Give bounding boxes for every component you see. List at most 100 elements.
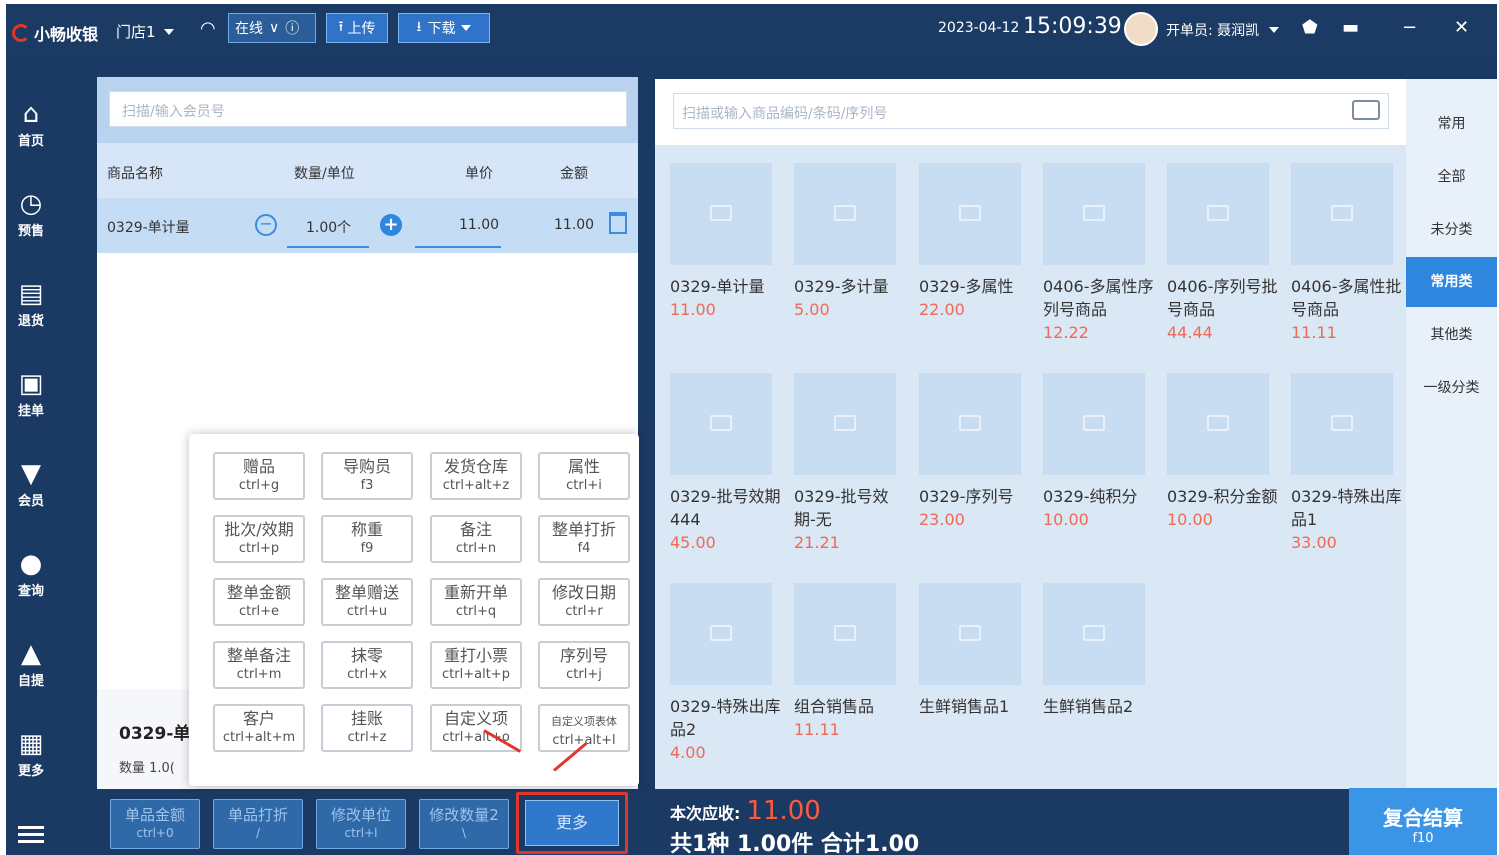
grid-icon: ▦ xyxy=(18,729,44,759)
item-unit-price[interactable]: 11.00 xyxy=(459,217,499,233)
image-placeholder-icon xyxy=(834,625,856,641)
nav-item-member[interactable]: ▼ 会员 xyxy=(6,460,56,509)
popup-action-button[interactable]: 整单赠送 ctrl+u xyxy=(321,578,413,626)
popup-action-button[interactable]: 属性 ctrl+i xyxy=(538,452,630,500)
product-price: 45.00 xyxy=(670,533,716,552)
item-discount-button[interactable]: 单品打折 / xyxy=(213,799,303,849)
nav-item-pickup[interactable]: ▲ 自提 xyxy=(6,640,56,689)
category-item[interactable]: 常用类 xyxy=(1406,257,1497,307)
product-name: 0329-多属性 xyxy=(919,277,1014,296)
operator-selector[interactable]: 开单员: 聂润凯 xyxy=(1166,20,1280,40)
change-unit-button[interactable]: 修改单位 ctrl+l xyxy=(316,799,406,849)
action-label: 整单备注 xyxy=(226,646,291,665)
product-image xyxy=(1043,163,1145,265)
item-amount-button[interactable]: 单品金额 ctrl+0 xyxy=(110,799,200,849)
product-card[interactable]: 0329-序列号 23.00 xyxy=(919,373,1035,532)
cart-row[interactable]: 0329-单计量 − 1.00个 + 11.00 11.00 xyxy=(97,198,638,253)
popup-action-button[interactable]: 备注 ctrl+n xyxy=(430,515,522,563)
category-item[interactable]: 全部 xyxy=(1406,152,1497,202)
search-placeholder: 扫描或输入商品编码/条码/序列号 xyxy=(682,106,888,122)
product-name: 0329-序列号 xyxy=(919,487,1014,506)
nav-item-more[interactable]: ▦ 更多 xyxy=(6,730,56,779)
close-icon[interactable]: ✕ xyxy=(1454,17,1469,38)
product-card[interactable]: 组合销售品 11.11 xyxy=(794,583,910,742)
plus-icon[interactable]: + xyxy=(380,214,402,236)
product-card[interactable]: 0406-多属性序列号商品 12.22 xyxy=(1043,163,1159,345)
popup-action-button[interactable]: 赠品 ctrl+g xyxy=(213,452,305,500)
popup-action-button[interactable]: 客户 ctrl+alt+m xyxy=(213,704,305,752)
popup-action-button[interactable]: 修改日期 ctrl+r xyxy=(538,578,630,626)
item-qty[interactable]: 1.00个 xyxy=(306,217,351,237)
store-selector[interactable]: 门店1 xyxy=(116,21,174,42)
product-card[interactable]: 生鲜销售品2 xyxy=(1043,583,1159,718)
category-item[interactable]: 其他类 xyxy=(1406,310,1497,360)
nav-item-hold[interactable]: ▣ 挂单 xyxy=(6,370,56,419)
category-item[interactable]: 一级分类 xyxy=(1406,363,1497,413)
app-name: 小畅收银 xyxy=(34,25,99,44)
online-status-dropdown[interactable]: 在线 ∨ ⓘ xyxy=(228,13,316,43)
change-quantity-button[interactable]: 修改数量2 \ xyxy=(419,799,509,849)
hold-icon: ▣ xyxy=(18,369,44,399)
image-placeholder-icon xyxy=(959,205,981,221)
menu-icon[interactable] xyxy=(18,822,44,847)
popup-action-button[interactable]: 发货仓库 ctrl+alt+z xyxy=(430,452,522,500)
member-input[interactable]: 扫描/输入会员号 xyxy=(109,91,627,127)
product-card[interactable]: 0329-积分金额 10.00 xyxy=(1167,373,1283,532)
popup-action-button[interactable]: 整单金额 ctrl+e xyxy=(213,578,305,626)
product-name: 0329-特殊出库品1 xyxy=(1291,487,1402,529)
popup-action-button[interactable]: 整单打折 f4 xyxy=(538,515,630,563)
product-card[interactable]: 0406-序列号批号商品 44.44 xyxy=(1167,163,1283,345)
image-placeholder-icon xyxy=(959,625,981,641)
action-label: 序列号 xyxy=(559,646,608,665)
popup-action-button[interactable]: 抹零 ctrl+x xyxy=(321,641,413,689)
product-search-input[interactable]: 扫描或输入商品编码/条码/序列号 xyxy=(673,93,1389,129)
category-item[interactable]: 常用 xyxy=(1406,99,1497,149)
image-placeholder-icon xyxy=(1083,205,1105,221)
button-label: 单品金额 xyxy=(124,806,185,824)
upload-button[interactable]: ⭱ 上传 xyxy=(326,13,388,43)
nav-item-presale[interactable]: ◷ 预售 xyxy=(6,190,56,239)
button-shortcut: / xyxy=(255,826,261,840)
product-name: 0406-多属性批号商品 xyxy=(1291,277,1402,319)
checkout-shortcut: f10 xyxy=(1412,831,1434,846)
shirt-icon[interactable]: ⬟ xyxy=(1302,17,1318,38)
product-card[interactable]: 0329-纯积分 10.00 xyxy=(1043,373,1159,532)
action-label: 导购员 xyxy=(342,457,391,476)
minus-icon[interactable]: − xyxy=(255,214,277,236)
popup-action-button[interactable]: 称重 f9 xyxy=(321,515,413,563)
category-item[interactable]: 未分类 xyxy=(1406,205,1497,255)
product-card[interactable]: 0406-多属性批号商品 11.11 xyxy=(1291,163,1407,345)
product-name: 0406-序列号批号商品 xyxy=(1167,277,1278,319)
product-search-bar: 扫描或输入商品编码/条码/序列号 xyxy=(655,79,1406,145)
product-card[interactable]: 0329-特殊出库品1 33.00 xyxy=(1291,373,1407,555)
popup-action-button[interactable]: 导购员 f3 xyxy=(321,452,413,500)
product-image xyxy=(670,163,772,265)
product-card[interactable]: 0329-单计量 11.00 xyxy=(670,163,786,322)
action-label: 重新开单 xyxy=(443,583,508,602)
product-card[interactable]: 生鲜销售品1 xyxy=(919,583,1035,718)
popup-action-button[interactable]: 重新开单 ctrl+q xyxy=(430,578,522,626)
popup-action-button[interactable]: 整单备注 ctrl+m xyxy=(213,641,305,689)
product-card[interactable]: 0329-特殊出库品2 4.00 xyxy=(670,583,786,765)
download-button[interactable]: ⭳ 下载 xyxy=(398,13,490,43)
nav-item-home[interactable]: ⌂ 首页 xyxy=(6,100,56,149)
more-button[interactable]: 更多 xyxy=(525,800,619,846)
nav-item-query[interactable]: ● 查询 xyxy=(6,550,56,599)
product-card[interactable]: 0329-多属性 22.00 xyxy=(919,163,1035,322)
product-card[interactable]: 0329-批号效期444 45.00 xyxy=(670,373,786,555)
summary-qty: 数量 1.0( xyxy=(119,761,175,776)
nav-item-return[interactable]: ▤ 退货 xyxy=(6,280,56,329)
info-icon[interactable]: ⓘ xyxy=(285,18,299,38)
popup-action-button[interactable]: 挂账 ctrl+z xyxy=(321,704,413,752)
card-icon[interactable]: ▬ xyxy=(1342,17,1359,38)
product-card[interactable]: 0329-多计量 5.00 xyxy=(794,163,910,322)
checkout-button[interactable]: 复合结算 f10 xyxy=(1349,788,1497,855)
popup-action-button[interactable]: 序列号 ctrl+j xyxy=(538,641,630,689)
action-shortcut: ctrl+q xyxy=(455,604,497,619)
minimize-icon[interactable]: − xyxy=(1402,17,1417,38)
popup-action-button[interactable]: 重打小票 ctrl+alt+p xyxy=(430,641,522,689)
popup-action-button[interactable]: 批次/效期 ctrl+p xyxy=(213,515,305,563)
trash-icon[interactable] xyxy=(609,212,627,234)
keyboard-icon[interactable] xyxy=(1352,100,1380,120)
product-card[interactable]: 0329-批号效期-无 21.21 xyxy=(794,373,910,555)
